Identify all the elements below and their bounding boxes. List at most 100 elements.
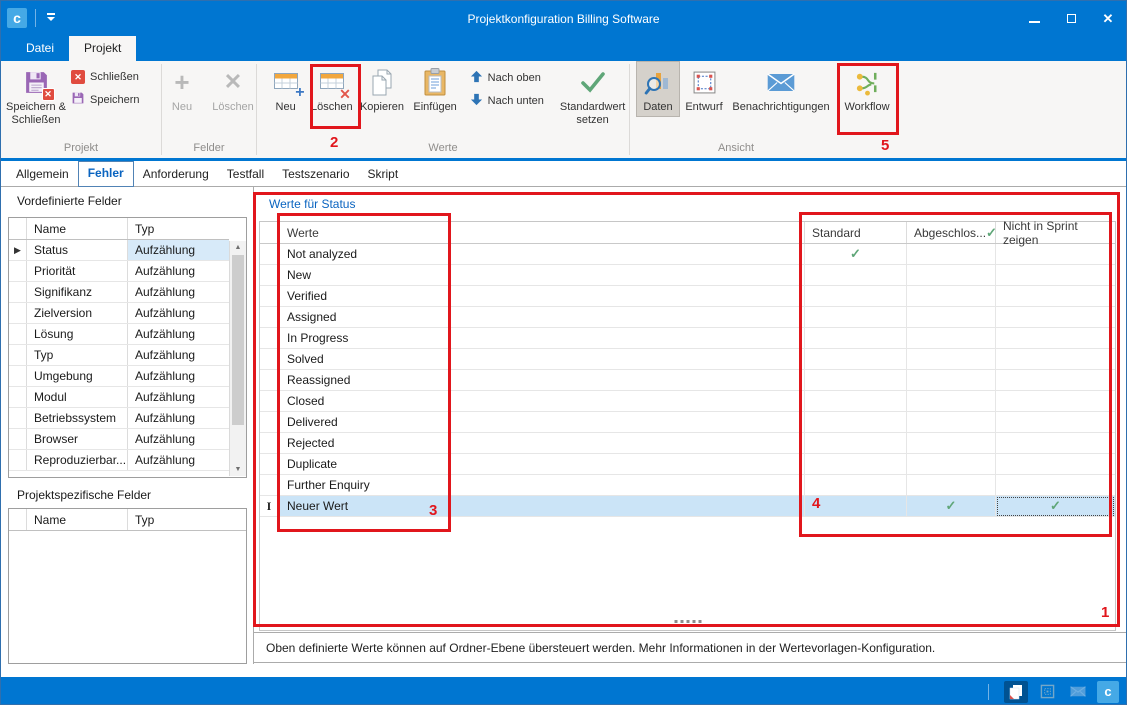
abgeschlossen-column-header[interactable]: Abgeschlos... [907, 222, 996, 243]
field-row[interactable]: ▶ Umgebung Aufzählung [9, 366, 229, 387]
field-typ-cell[interactable]: Aufzählung [128, 387, 229, 407]
nicht-sprint-checkbox-cell[interactable] [996, 475, 1115, 496]
field-name-cell[interactable]: Priorität [27, 261, 128, 281]
field-row[interactable]: ▶ Status Aufzählung [9, 240, 229, 261]
scrollbar[interactable]: ▲ ▼ [229, 241, 246, 476]
value-cell[interactable]: New [279, 265, 805, 286]
standard-checkbox-cell[interactable] [805, 370, 907, 391]
data-view-statusbar-icon[interactable] [1004, 681, 1028, 703]
nicht-sprint-column-header[interactable]: Nicht in Sprint zeigen [996, 222, 1115, 243]
value-cell[interactable]: In Progress [279, 328, 805, 349]
standard-checkbox-cell[interactable] [805, 328, 907, 349]
doc-tab[interactable]: Allgemein [7, 163, 78, 186]
entwurf-button[interactable]: Entwurf [680, 61, 728, 114]
value-row[interactable]: I Assigned [260, 307, 1115, 328]
field-typ-cell[interactable]: Aufzählung [128, 345, 229, 365]
scroll-up-icon[interactable]: ▲ [230, 241, 246, 254]
value-row[interactable]: I Verified [260, 286, 1115, 307]
field-name-cell[interactable]: Betriebssystem [27, 408, 128, 428]
close-window-button[interactable]: ✕ [1102, 13, 1114, 25]
standard-checkbox-cell[interactable] [805, 244, 907, 265]
nach-unten-button[interactable]: Nach unten [470, 93, 557, 109]
nicht-sprint-checkbox-cell[interactable] [996, 349, 1115, 370]
standard-checkbox-cell[interactable] [805, 307, 907, 328]
value-cell[interactable]: Solved [279, 349, 805, 370]
field-name-cell[interactable]: Typ [27, 345, 128, 365]
value-row[interactable]: I Not analyzed [260, 244, 1115, 265]
felder-loeschen-button[interactable]: ✕ Löschen [210, 61, 256, 114]
standard-checkbox-cell[interactable] [805, 412, 907, 433]
abgeschlossen-checkbox-cell[interactable] [907, 286, 996, 307]
field-name-cell[interactable]: Modul [27, 387, 128, 407]
standard-checkbox-cell[interactable] [805, 496, 907, 517]
nicht-sprint-checkbox-cell[interactable] [996, 307, 1115, 328]
standard-checkbox-cell[interactable] [805, 349, 907, 370]
field-row[interactable]: ▶ Lösung Aufzählung [9, 324, 229, 345]
abgeschlossen-checkbox-cell[interactable] [907, 412, 996, 433]
field-row[interactable]: ▶ Reproduzierbar... Aufzählung [9, 450, 229, 471]
einfuegen-button[interactable]: Einfügen [409, 61, 462, 114]
benachrichtigungen-button[interactable]: Benachrichtigungen [728, 61, 834, 114]
doc-tab[interactable]: Fehler [78, 161, 134, 187]
nicht-sprint-checkbox-cell[interactable] [996, 265, 1115, 286]
app-logo-statusbar-icon[interactable]: c [1097, 681, 1119, 703]
value-cell[interactable]: Rejected [279, 433, 805, 454]
value-row[interactable]: I Solved [260, 349, 1115, 370]
standard-checkbox-cell[interactable] [805, 391, 907, 412]
felder-neu-button[interactable]: + Neu [162, 61, 202, 114]
design-view-statusbar-icon[interactable] [1035, 681, 1059, 703]
splitter-grip[interactable] [674, 620, 701, 623]
field-typ-cell[interactable]: Aufzählung [128, 450, 229, 470]
abgeschlossen-checkbox-cell[interactable] [907, 307, 996, 328]
nach-oben-button[interactable]: Nach oben [470, 70, 557, 86]
field-typ-cell[interactable]: Aufzählung [128, 408, 229, 428]
field-name-cell[interactable]: Reproduzierbar... [27, 450, 128, 470]
field-name-cell[interactable]: Status [27, 240, 128, 260]
standard-checkbox-cell[interactable] [805, 454, 907, 475]
standard-checkbox-cell[interactable] [805, 286, 907, 307]
nicht-sprint-checkbox-cell[interactable] [996, 454, 1115, 475]
value-row[interactable]: I Rejected [260, 433, 1115, 454]
nicht-sprint-checkbox-cell[interactable] [996, 412, 1115, 433]
field-name-cell[interactable]: Signifikanz [27, 282, 128, 302]
field-row[interactable]: ▶ Modul Aufzählung [9, 387, 229, 408]
ribbon-tab-projekt[interactable]: Projekt [69, 36, 136, 61]
minimize-button[interactable] [1028, 13, 1040, 25]
value-cell[interactable]: Not analyzed [279, 244, 805, 265]
field-row[interactable]: ▶ Signifikanz Aufzählung [9, 282, 229, 303]
kopieren-button[interactable]: Kopieren [355, 61, 408, 114]
werte-loeschen-button[interactable]: ✕ Löschen [308, 61, 355, 114]
standard-column-header[interactable]: Standard [805, 222, 907, 243]
value-row[interactable]: I Delivered [260, 412, 1115, 433]
field-typ-cell[interactable]: Aufzählung [128, 240, 229, 260]
value-row[interactable]: I In Progress [260, 328, 1115, 349]
doc-tab[interactable]: Anforderung [134, 163, 218, 186]
ribbon-tab-datei[interactable]: Datei [11, 36, 69, 61]
nicht-sprint-checkbox-cell[interactable] [996, 391, 1115, 412]
value-cell[interactable]: Reassigned [279, 370, 805, 391]
field-typ-cell[interactable]: Aufzählung [128, 261, 229, 281]
field-row[interactable]: ▶ Betriebssystem Aufzählung [9, 408, 229, 429]
field-typ-cell[interactable]: Aufzählung [128, 324, 229, 344]
value-row[interactable]: I Neuer Wert [260, 496, 1115, 517]
field-name-cell[interactable]: Lösung [27, 324, 128, 344]
nicht-sprint-checkbox-cell[interactable] [996, 433, 1115, 454]
close-button[interactable]: ✕ Schließen [71, 70, 157, 84]
value-cell[interactable]: Further Enquiry [279, 475, 805, 496]
scrollbar-thumb[interactable] [232, 255, 244, 425]
standard-checkbox-cell[interactable] [805, 475, 907, 496]
abgeschlossen-checkbox-cell[interactable] [907, 328, 996, 349]
werte-column-header[interactable]: Werte [279, 222, 805, 243]
value-row[interactable]: I Closed [260, 391, 1115, 412]
save-close-button[interactable]: ✕ Speichern & Schließen [1, 61, 71, 127]
save-button[interactable]: Speichern [71, 91, 157, 108]
abgeschlossen-checkbox-cell[interactable] [907, 349, 996, 370]
value-row[interactable]: I Reassigned [260, 370, 1115, 391]
typ-column-header[interactable]: Typ [128, 509, 246, 530]
value-cell[interactable]: Delivered [279, 412, 805, 433]
doc-tab[interactable]: Testfall [218, 163, 273, 186]
maximize-button[interactable] [1065, 13, 1077, 25]
typ-column-header[interactable]: Typ [128, 218, 229, 239]
value-cell[interactable]: Duplicate [279, 454, 805, 475]
field-row[interactable]: ▶ Priorität Aufzählung [9, 261, 229, 282]
